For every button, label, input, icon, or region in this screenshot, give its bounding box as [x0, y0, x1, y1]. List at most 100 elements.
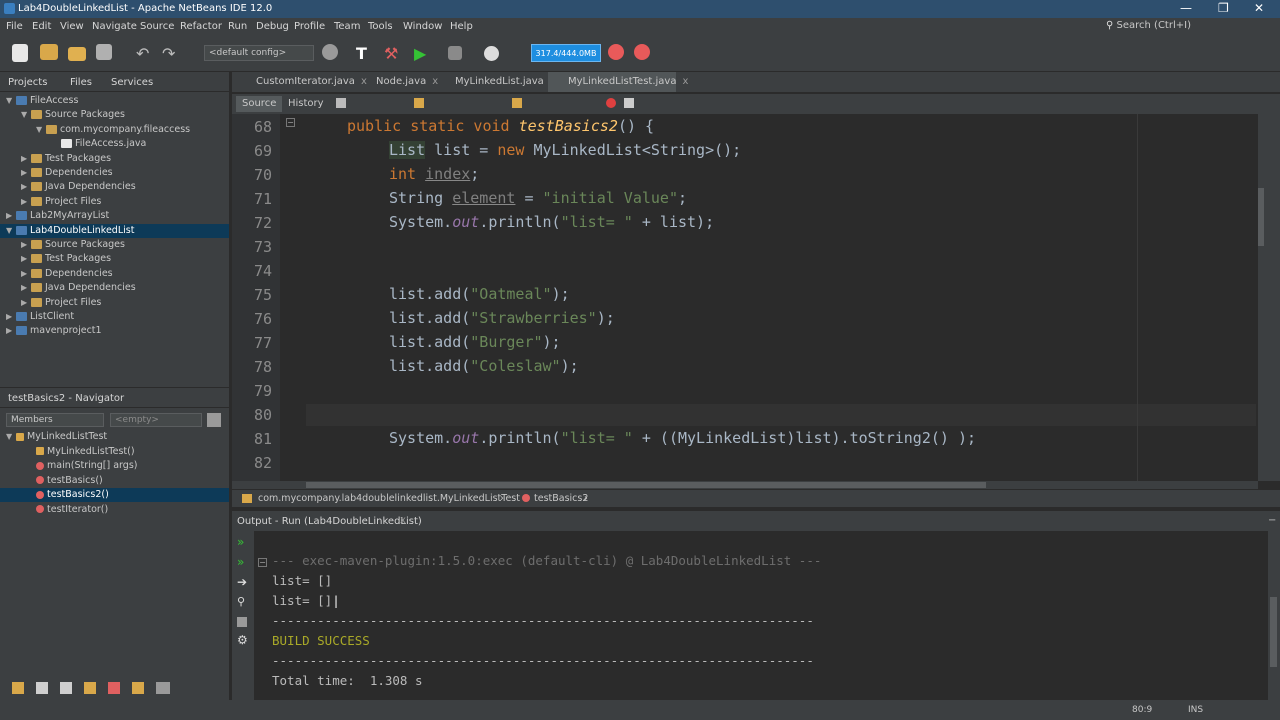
chevron-right-icon[interactable]: ▶	[21, 238, 31, 252]
clean-build-icon[interactable]: ⚒	[384, 44, 404, 64]
editor-vertical-scrollbar[interactable]	[1258, 114, 1280, 481]
menu-tools[interactable]: Tools	[368, 21, 393, 32]
scroll-thumb[interactable]	[306, 482, 986, 488]
navigator-item[interactable]: testIterator()	[0, 503, 229, 517]
chevron-down-icon[interactable]: ▼	[6, 430, 16, 444]
tree-item[interactable]: ▼ com.mycompany.fileaccess	[0, 123, 229, 137]
navigator-item[interactable]: testBasics()	[0, 474, 229, 488]
stop-macro-icon[interactable]	[624, 98, 634, 108]
close-window-button[interactable]: ✕	[1254, 1, 1264, 15]
editor-horizontal-scrollbar[interactable]	[232, 481, 1258, 489]
tree-item[interactable]: ▶ Source Packages	[0, 238, 229, 252]
menu-window[interactable]: Window	[403, 21, 442, 32]
chevron-down-icon[interactable]: ▼	[6, 224, 16, 238]
new-file-icon[interactable]	[12, 44, 28, 62]
navigator-filter[interactable]: <empty>	[110, 413, 202, 427]
tree-item[interactable]: ▼ Lab4DoubleLinkedList	[0, 223, 229, 238]
navigator-item[interactable]: ▼ MyLinkedListTest	[0, 430, 229, 444]
output-tab[interactable]: Output - Run (Lab4DoubleLinkedList)	[237, 516, 422, 527]
debug-icon[interactable]	[448, 46, 462, 60]
save-all-icon[interactable]	[96, 44, 112, 60]
menu-profile[interactable]: Profile	[294, 21, 325, 32]
fields-filter-icon[interactable]	[12, 682, 24, 694]
tree-item[interactable]: ▼ Source Packages	[0, 108, 229, 122]
stop-icon[interactable]	[237, 617, 247, 627]
inherited-filter-icon[interactable]	[108, 682, 120, 694]
new-project-icon[interactable]	[40, 44, 58, 60]
menu-file[interactable]: File	[6, 21, 23, 32]
tree-item[interactable]: ▶ ListClient	[0, 310, 229, 324]
memory-indicator[interactable]: 317.4/444.0MB	[531, 44, 601, 62]
prev-bookmark-icon[interactable]	[512, 98, 522, 108]
minimize-button[interactable]: —	[1180, 1, 1192, 15]
tree-item[interactable]: ▶ Project Files	[0, 195, 229, 209]
menu-help[interactable]: Help	[450, 21, 473, 32]
undo-icon[interactable]: ↶	[136, 44, 156, 64]
output-console[interactable]: --- exec-maven-plugin:1.5.0:exec (defaul…	[232, 531, 1268, 700]
tree-item[interactable]: ▶ Test Packages	[0, 252, 229, 266]
menu-source[interactable]: Source	[140, 21, 174, 32]
menu-team[interactable]: Team	[334, 21, 360, 32]
fold-collapse-icon[interactable]: −	[258, 558, 267, 567]
breadcrumb-method[interactable]: testBasics2	[534, 490, 588, 507]
open-project-icon[interactable]	[68, 47, 86, 61]
tab-mylinkedlist[interactable]: MyLinkedList.javax	[435, 72, 556, 92]
chevron-right-icon[interactable]: ▶	[21, 166, 31, 180]
tree-item[interactable]: ▶ Java Dependencies	[0, 180, 229, 194]
menu-debug[interactable]: Debug	[256, 21, 289, 32]
run-icon[interactable]: ▶	[414, 44, 434, 64]
chevron-down-icon[interactable]: ▼	[6, 94, 16, 108]
nonpublic-filter-icon[interactable]	[60, 682, 72, 694]
source-button[interactable]: Source	[236, 96, 283, 112]
redo-icon[interactable]: ↷	[162, 44, 182, 64]
tree-item[interactable]: ▶ mavenproject1	[0, 324, 229, 338]
breadcrumb-class[interactable]: com.mycompany.lab4doublelinkedlist.MyLin…	[258, 490, 520, 507]
navigator-item[interactable]: main(String[] args)	[0, 459, 229, 473]
tree-item[interactable]: ▶ Dependencies	[0, 166, 229, 180]
static-filter-icon[interactable]	[36, 682, 48, 694]
output-scrollbar[interactable]	[1268, 531, 1280, 700]
tree-item[interactable]: ▶ Test Packages	[0, 152, 229, 166]
tab-customiterator[interactable]: CustomIterator.java x	[236, 72, 367, 92]
minimize-output-icon[interactable]: −	[1268, 515, 1276, 526]
chevron-right-icon[interactable]: ▶	[21, 281, 31, 295]
scroll-thumb[interactable]	[1258, 188, 1264, 246]
tree-item[interactable]: ▶ Dependencies	[0, 267, 229, 281]
chevron-right-icon[interactable]: ▶	[21, 152, 31, 166]
arrow-right-icon[interactable]: ➔	[237, 575, 247, 589]
last-edit-icon[interactable]	[336, 98, 346, 108]
chevron-right-icon[interactable]: ▶	[21, 296, 31, 310]
fqn-filter-icon[interactable]	[132, 682, 144, 694]
tree-item[interactable]: ▶ Java Dependencies	[0, 281, 229, 295]
close-tab-icon[interactable]: x	[682, 76, 688, 87]
profiler-snapshot-icon[interactable]	[634, 44, 650, 60]
chevron-right-icon[interactable]: ▶	[21, 195, 31, 209]
history-button[interactable]: History	[282, 96, 330, 112]
find-prev-icon[interactable]	[414, 98, 424, 108]
maximize-button[interactable]: ❐	[1218, 1, 1229, 15]
close-output-icon[interactable]: x	[400, 515, 406, 526]
chevron-right-icon[interactable]: ▶	[6, 324, 16, 338]
rerun-icon[interactable]: »	[237, 535, 244, 549]
record-macro-icon[interactable]	[606, 98, 616, 108]
globe-icon[interactable]	[322, 44, 338, 60]
tab-projects[interactable]: Projects	[8, 77, 47, 88]
tab-services[interactable]: Services	[111, 77, 153, 88]
chevron-right-icon[interactable]: ▶	[21, 267, 31, 281]
rerun-goals-icon[interactable]: »	[237, 555, 244, 569]
navigator-item[interactable]: MyLinkedListTest()	[0, 445, 229, 459]
menu-edit[interactable]: Edit	[32, 21, 51, 32]
chevron-down-icon[interactable]: ▼	[36, 123, 46, 137]
profile-icon[interactable]	[484, 46, 499, 61]
tree-item[interactable]: ▶ Project Files	[0, 296, 229, 310]
navigator-options-icon[interactable]	[207, 413, 221, 427]
lock-filter-icon[interactable]	[84, 682, 96, 694]
chevron-right-icon[interactable]: ▶	[6, 209, 16, 223]
config-select[interactable]: <default config>	[204, 45, 314, 61]
tree-item[interactable]: ▼ FileAccess	[0, 94, 229, 108]
scroll-thumb[interactable]	[1270, 597, 1277, 667]
tree-item[interactable]: FileAccess.java	[0, 137, 229, 151]
chevron-right-icon[interactable]: ▶	[21, 180, 31, 194]
menu-refactor[interactable]: Refactor	[180, 21, 222, 32]
settings-icon[interactable]: ⚙	[237, 633, 248, 647]
